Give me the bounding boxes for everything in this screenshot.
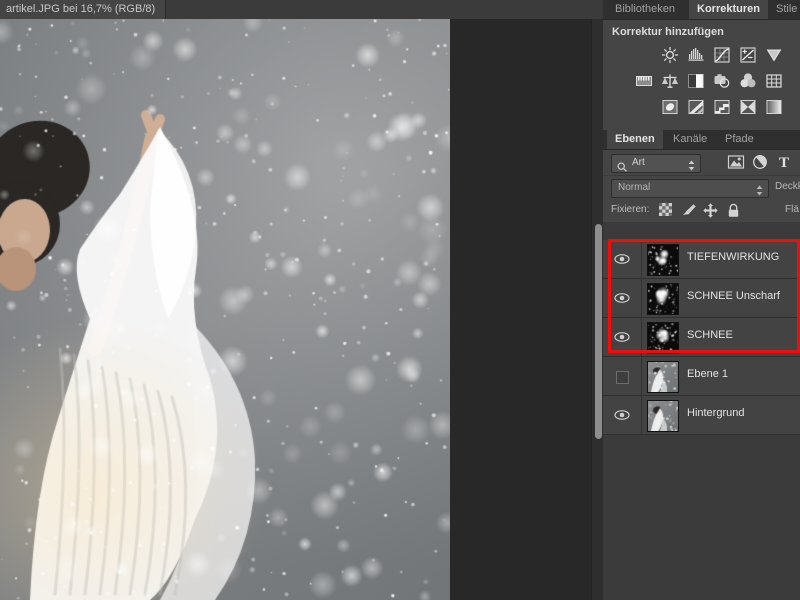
photoshop-window: artikel.JPG bei 16,7% (RGB/8) Bibliothek… — [0, 0, 800, 600]
lock-label: Fixieren: — [611, 204, 650, 215]
blend-mode-select[interactable]: Normal — [611, 179, 769, 198]
layer-kind-select[interactable]: Art — [611, 154, 701, 173]
tab-pfade[interactable]: Pfade — [717, 130, 762, 149]
layer-thumbnail[interactable] — [647, 283, 679, 315]
posterize-icon[interactable] — [687, 98, 705, 116]
layer-visibility-eye-icon[interactable] — [614, 408, 630, 422]
chevron-updown-icon — [756, 183, 763, 201]
adjustment-layer-filter-icon[interactable] — [751, 154, 769, 171]
chevron-updown-icon — [688, 158, 695, 176]
tab-korrekturen[interactable]: Korrekturen — [689, 0, 768, 19]
color-lookup-icon[interactable] — [765, 72, 783, 90]
blend-mode-value: Normal — [618, 182, 651, 193]
color-balance-icon[interactable] — [661, 72, 679, 90]
adjustments-row-3 — [603, 98, 800, 120]
layer-visibility-eye-icon[interactable] — [614, 291, 630, 305]
lock-image-pixels-icon[interactable] — [681, 203, 697, 218]
table-row[interactable]: TIEFENWIRKUNG — [603, 240, 800, 279]
vibrance-icon[interactable] — [765, 46, 783, 64]
invert-icon[interactable] — [661, 98, 679, 116]
photo-filter-icon[interactable] — [713, 72, 731, 90]
lock-position-icon[interactable] — [703, 203, 719, 218]
table-row[interactable]: SCHNEE — [603, 318, 800, 357]
layer-filter-row: Art T — [603, 150, 800, 175]
tab-kanaele[interactable]: Kanäle — [665, 130, 715, 149]
scrollbar-thumb[interactable] — [595, 224, 602, 439]
black-white-icon[interactable] — [687, 72, 705, 90]
adjustments-row-1 — [603, 46, 800, 68]
selective-color-icon[interactable] — [765, 98, 783, 116]
document-tab-bar: artikel.JPG bei 16,7% (RGB/8) — [0, 0, 603, 20]
channel-mixer-icon[interactable] — [739, 72, 757, 90]
blend-mode-row: Normal Deckk — [603, 175, 800, 200]
document-image — [0, 19, 450, 600]
document-tab[interactable]: artikel.JPG bei 16,7% (RGB/8) — [0, 0, 167, 19]
row-divider — [641, 279, 642, 317]
lock-row: Fixieren: Flä — [603, 200, 800, 222]
layer-kind-label: Art — [632, 157, 645, 168]
row-divider — [641, 240, 642, 278]
brightness-contrast-icon[interactable] — [661, 46, 679, 64]
opacity-label: Deckk — [775, 181, 800, 192]
table-row[interactable]: SCHNEE Unscharf — [603, 279, 800, 318]
layer-thumbnail[interactable] — [647, 244, 679, 276]
right-dock: Bibliotheken Korrekturen Stile Korrektur… — [603, 0, 800, 600]
layer-name[interactable]: TIEFENWIRKUNG — [687, 251, 779, 263]
adjustments-tab-row: Bibliotheken Korrekturen Stile — [603, 0, 800, 20]
layer-visibility-eye-icon[interactable] — [614, 330, 630, 344]
layer-visibility-eye-icon[interactable] — [614, 252, 630, 266]
layer-name[interactable]: SCHNEE — [687, 329, 733, 341]
layer-visibility-checkbox[interactable] — [616, 371, 629, 384]
canvas-area[interactable] — [0, 19, 603, 600]
fill-label: Flä — [785, 204, 799, 215]
tab-bibliotheken[interactable]: Bibliotheken — [607, 0, 683, 19]
lock-all-icon[interactable] — [727, 203, 743, 218]
layer-name[interactable]: SCHNEE Unscharf — [687, 290, 780, 302]
layer-thumbnail[interactable] — [647, 361, 679, 393]
tab-stile[interactable]: Stile — [768, 0, 800, 19]
row-divider — [641, 318, 642, 356]
adjustments-panel: Korrektur hinzufügen — [603, 20, 800, 131]
layer-name[interactable]: Hintergrund — [687, 407, 744, 419]
layer-thumbnail[interactable] — [647, 400, 679, 432]
tab-ebenen[interactable]: Ebenen — [607, 130, 663, 149]
table-row[interactable]: Ebene 1 — [603, 357, 800, 396]
adjustments-title: Korrektur hinzufügen — [612, 26, 724, 38]
layer-thumbnail[interactable] — [647, 322, 679, 354]
layer-list: TIEFENWIRKUNG SCHNEE Unscharf SCHNEE Ebe… — [603, 240, 800, 600]
type-layer-filter-icon[interactable]: T — [775, 154, 793, 171]
gradient-map-icon[interactable] — [739, 98, 757, 116]
exposure-icon[interactable] — [739, 46, 757, 64]
pixel-layer-filter-icon[interactable] — [727, 154, 745, 171]
levels-icon[interactable] — [687, 46, 705, 64]
layer-name[interactable]: Ebene 1 — [687, 368, 728, 380]
hue-saturation-icon[interactable] — [635, 72, 653, 90]
table-row[interactable]: Hintergrund — [603, 396, 800, 435]
svg-text:T: T — [779, 155, 789, 170]
lock-transparent-pixels-icon[interactable] — [659, 203, 675, 218]
layers-tab-row: Ebenen Kanäle Pfade — [603, 130, 800, 150]
row-divider — [641, 396, 642, 434]
threshold-icon[interactable] — [713, 98, 731, 116]
layers-panel: Ebenen Kanäle Pfade Art T Normal Deck Fi… — [603, 130, 800, 600]
adjustments-row-2 — [603, 72, 800, 94]
curves-icon[interactable] — [713, 46, 731, 64]
row-divider — [641, 357, 642, 395]
